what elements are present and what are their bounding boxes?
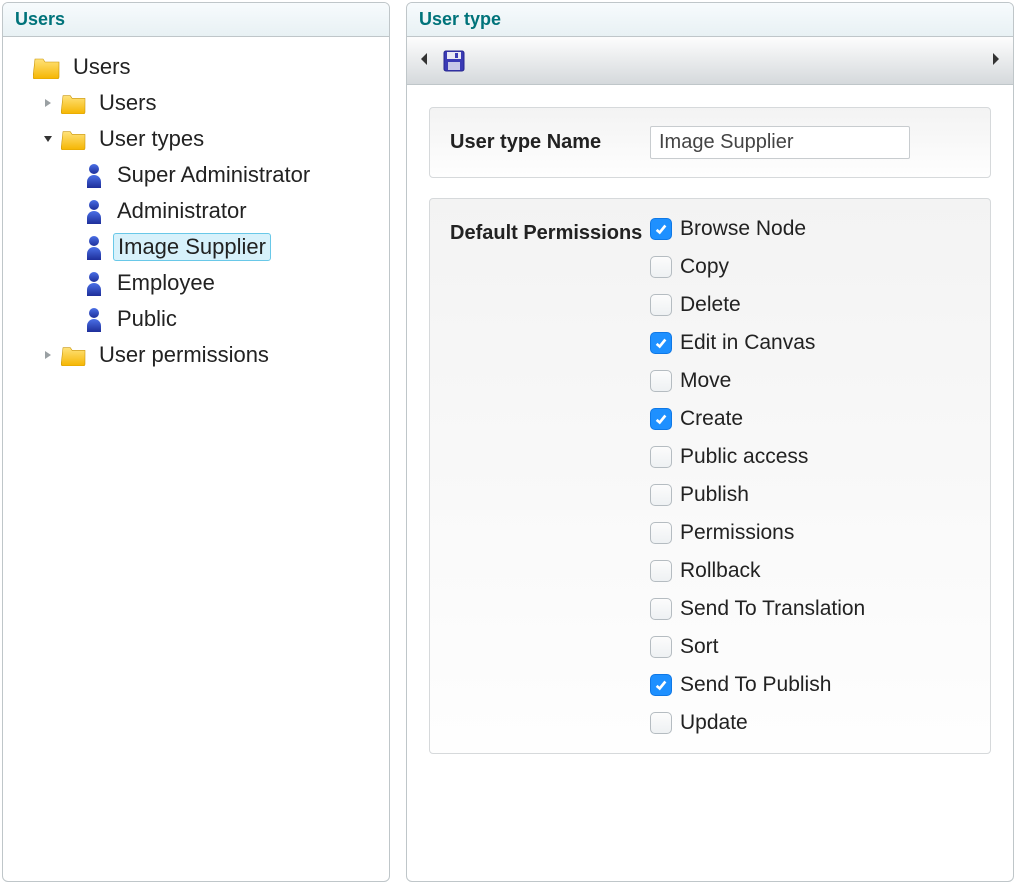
nav-next-button[interactable] <box>991 52 1001 69</box>
tree-root-users[interactable]: Users <box>11 49 381 85</box>
tree-node-users[interactable]: Users <box>39 85 381 121</box>
permission-checkbox[interactable] <box>650 370 672 392</box>
permission-item: Delete <box>650 293 970 317</box>
user-type-name-input[interactable] <box>650 126 910 159</box>
tree-node-super-administrator[interactable]: Super Administrator <box>81 157 381 193</box>
tree-node-label: Image Supplier <box>113 233 271 261</box>
permissions-label: Default Permissions <box>450 217 650 245</box>
permission-label: Permissions <box>680 521 794 545</box>
permissions-list: Browse Node Copy Delete Edit in Canvas Move C… <box>650 217 970 735</box>
permission-item: Rollback <box>650 559 970 583</box>
permission-checkbox[interactable] <box>650 560 672 582</box>
permission-item: Create <box>650 407 970 431</box>
permission-checkbox[interactable] <box>650 332 672 354</box>
person-icon <box>83 270 105 296</box>
tree-node-public[interactable]: Public <box>81 301 381 337</box>
folder-icon <box>61 128 87 150</box>
person-icon <box>83 306 105 332</box>
folder-icon <box>61 344 87 366</box>
user-type-panel: User type <box>406 2 1014 882</box>
permission-item: Send To Translation <box>650 597 970 621</box>
permission-label: Update <box>680 711 748 735</box>
user-type-panel-title: User type <box>407 3 1013 37</box>
save-icon[interactable] <box>443 50 465 72</box>
tree-root-label: Users <box>69 53 134 81</box>
tree-node-label: Employee <box>113 269 219 297</box>
person-icon <box>83 162 105 188</box>
nav-prev-button[interactable] <box>419 52 429 69</box>
permission-label: Rollback <box>680 559 761 583</box>
chevron-right-icon[interactable] <box>41 348 55 362</box>
permission-checkbox[interactable] <box>650 598 672 620</box>
name-label: User type Name <box>450 126 650 154</box>
permission-checkbox[interactable] <box>650 636 672 658</box>
users-tree: Users Users <box>3 37 389 385</box>
permission-item: Move <box>650 369 970 393</box>
person-icon <box>83 198 105 224</box>
permission-item: Copy <box>650 255 970 279</box>
permission-item: Edit in Canvas <box>650 331 970 355</box>
permission-label: Delete <box>680 293 741 317</box>
permission-label: Copy <box>680 255 729 279</box>
permission-item: Update <box>650 711 970 735</box>
permission-label: Send To Translation <box>680 597 865 621</box>
chevron-down-icon[interactable] <box>41 132 55 146</box>
permission-checkbox[interactable] <box>650 484 672 506</box>
permission-label: Publish <box>680 483 749 507</box>
permission-checkbox[interactable] <box>650 218 672 240</box>
permission-checkbox[interactable] <box>650 522 672 544</box>
name-section: User type Name <box>429 107 991 178</box>
permission-item: Send To Publish <box>650 673 970 697</box>
form-area: User type Name Default Permissions Brows… <box>407 85 1013 796</box>
permission-label: Send To Publish <box>680 673 831 697</box>
tree-node-user-types[interactable]: User types <box>39 121 381 157</box>
permission-label: Edit in Canvas <box>680 331 815 355</box>
toolbar <box>407 37 1013 85</box>
tree-node-image-supplier[interactable]: Image Supplier <box>81 229 381 265</box>
permission-checkbox[interactable] <box>650 408 672 430</box>
tree-node-label: Users <box>95 89 160 117</box>
tree-node-label: User types <box>95 125 208 153</box>
permission-item: Browse Node <box>650 217 970 241</box>
permission-label: Create <box>680 407 743 431</box>
chevron-right-icon[interactable] <box>41 96 55 110</box>
permission-checkbox[interactable] <box>650 294 672 316</box>
users-panel-title: Users <box>3 3 389 37</box>
permissions-section: Default Permissions Browse Node Copy Delet… <box>429 198 991 754</box>
permission-label: Browse Node <box>680 217 806 241</box>
tree-node-administrator[interactable]: Administrator <box>81 193 381 229</box>
permission-item: Publish <box>650 483 970 507</box>
tree-node-user-permissions[interactable]: User permissions <box>39 337 381 373</box>
permission-label: Sort <box>680 635 719 659</box>
permission-item: Permissions <box>650 521 970 545</box>
tree-node-employee[interactable]: Employee <box>81 265 381 301</box>
folder-icon <box>33 55 61 79</box>
tree-node-label: User permissions <box>95 341 273 369</box>
permission-item: Public access <box>650 445 970 469</box>
permission-item: Sort <box>650 635 970 659</box>
permission-checkbox[interactable] <box>650 256 672 278</box>
permission-checkbox[interactable] <box>650 446 672 468</box>
permission-checkbox[interactable] <box>650 712 672 734</box>
tree-node-label: Public <box>113 305 181 333</box>
person-icon <box>83 234 105 260</box>
permission-label: Public access <box>680 445 808 469</box>
permission-label: Move <box>680 369 731 393</box>
permission-checkbox[interactable] <box>650 674 672 696</box>
tree-node-label: Administrator <box>113 197 251 225</box>
users-panel: Users Users Users <box>2 2 390 882</box>
folder-icon <box>61 92 87 114</box>
blank-expander <box>13 60 27 74</box>
tree-node-label: Super Administrator <box>113 161 314 189</box>
